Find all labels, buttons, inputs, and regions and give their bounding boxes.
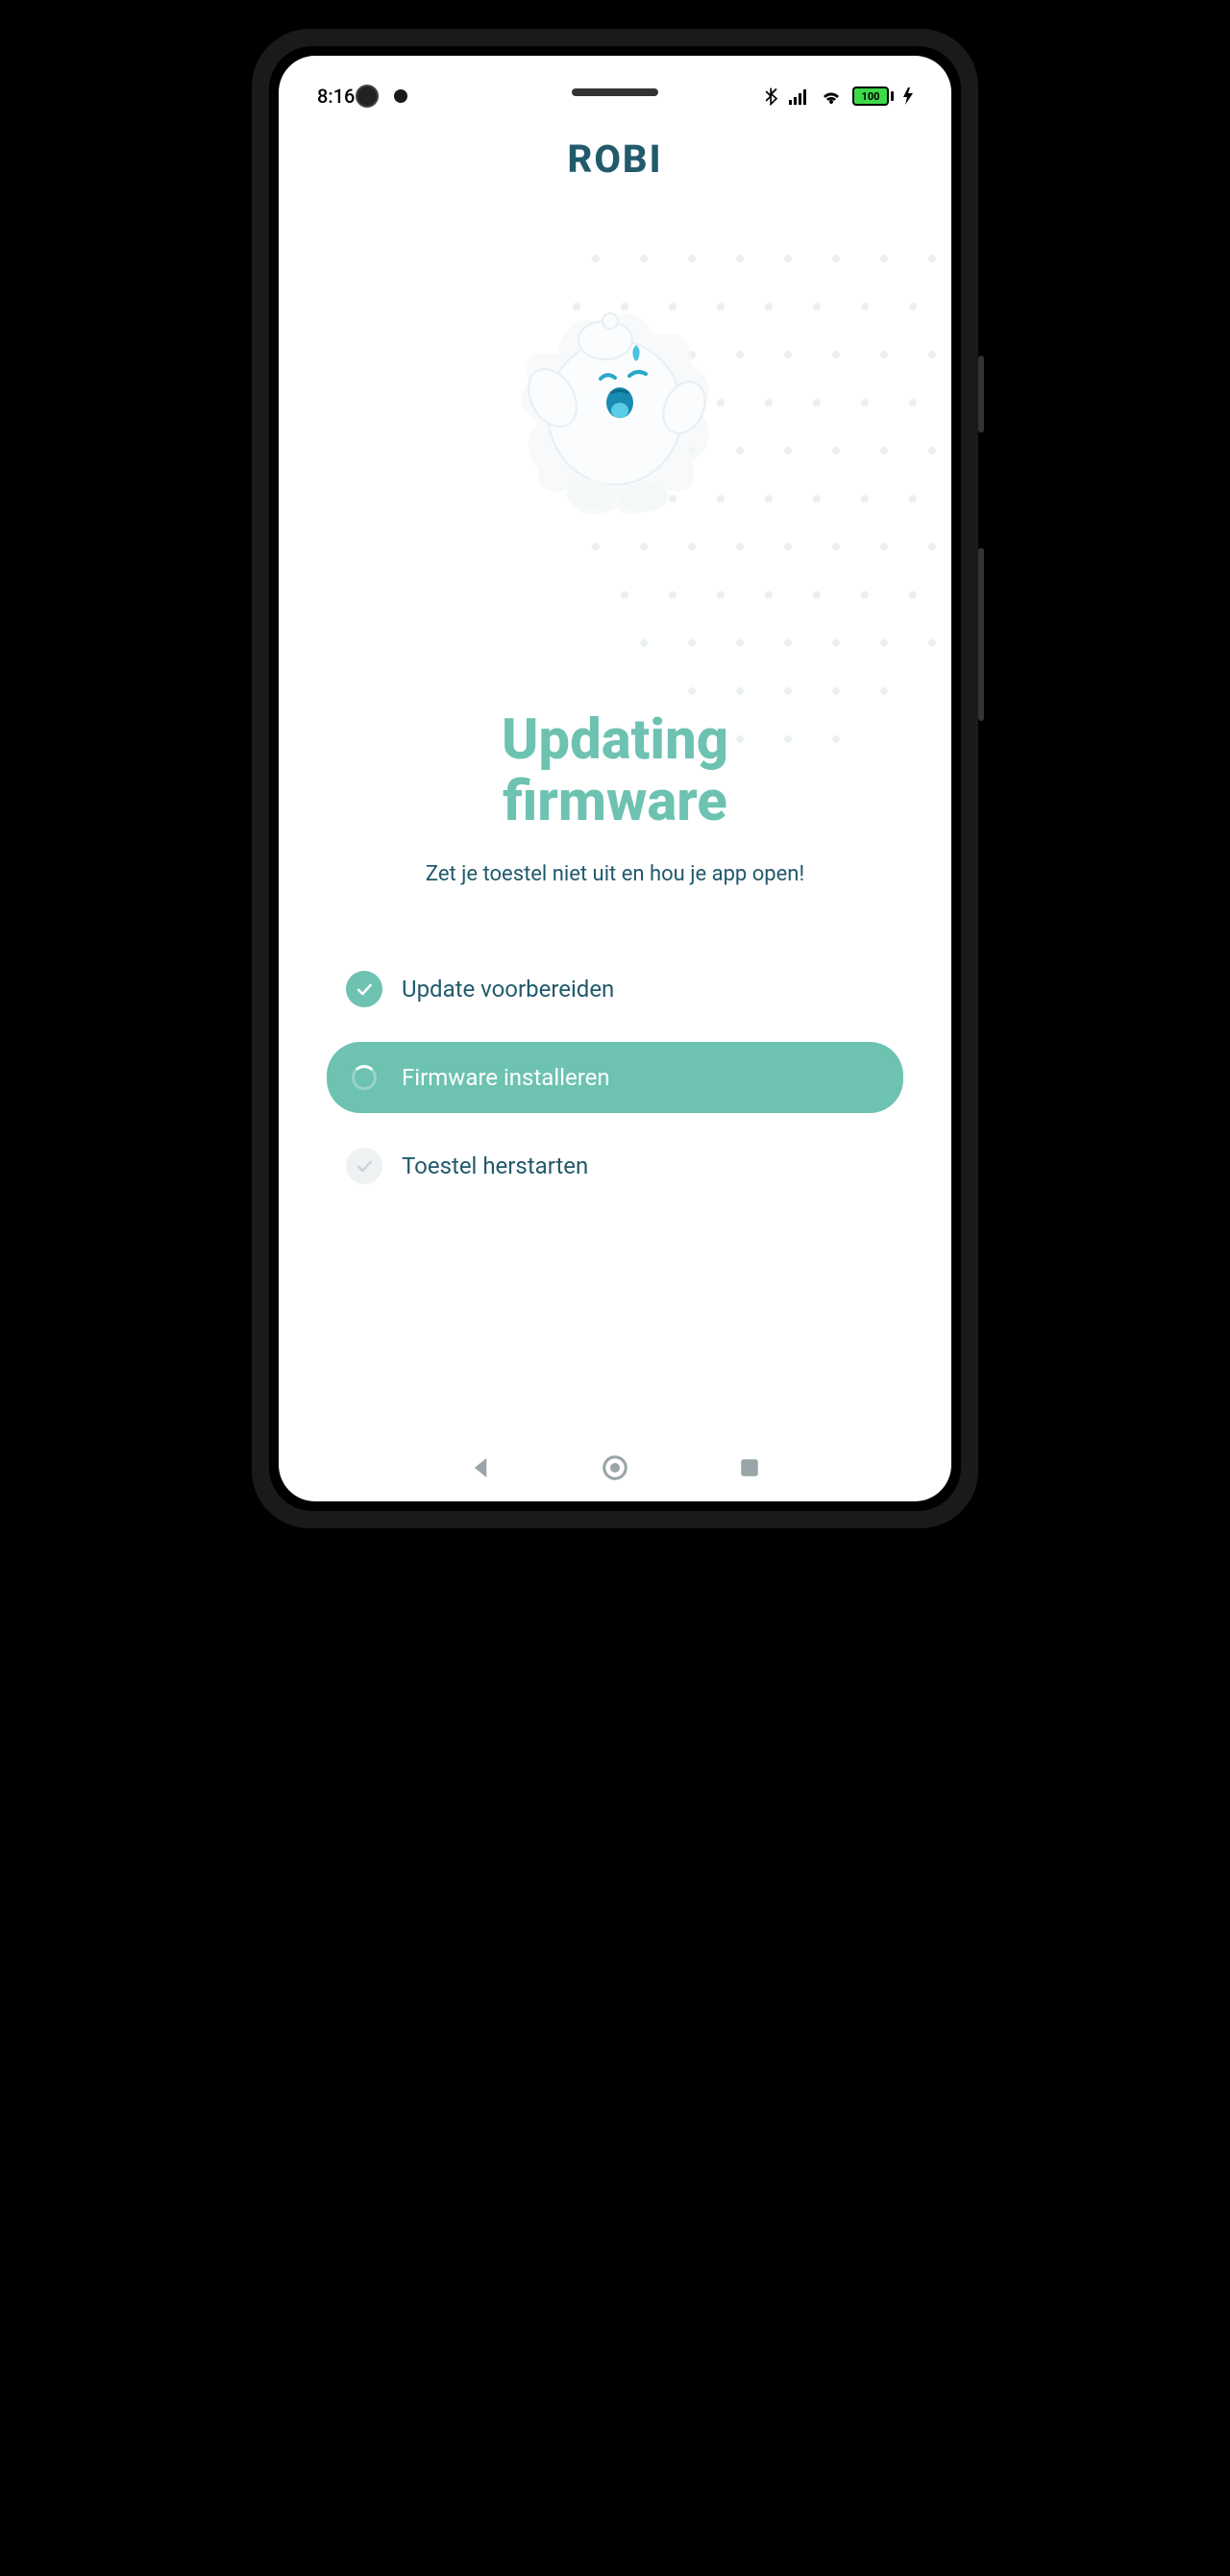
content-area: Updating firmware Zet je toestel niet ui… xyxy=(279,249,951,1201)
spinner-icon xyxy=(346,1059,382,1096)
bolt-icon xyxy=(903,87,913,105)
phone-frame: 8:16 xyxy=(252,29,978,1528)
phone-bezel: 8:16 xyxy=(269,46,961,1511)
camera-hole xyxy=(356,85,379,108)
side-button-volume xyxy=(978,548,984,721)
bluetooth-icon xyxy=(764,87,779,106)
status-bar-right: 100 xyxy=(764,87,913,106)
update-subtitle: Zet je toestel niet uit en hou je app op… xyxy=(317,862,913,886)
battery-icon: 100 xyxy=(852,87,894,106)
step-label: Firmware installeren xyxy=(402,1064,610,1091)
step-install: Firmware installeren xyxy=(327,1042,903,1113)
update-title: Updating firmware xyxy=(317,710,913,833)
screen: 8:16 xyxy=(279,56,951,1501)
side-button-power xyxy=(978,356,984,433)
battery-level: 100 xyxy=(852,87,889,106)
mascot-illustration xyxy=(480,249,750,537)
step-label: Update voorbereiden xyxy=(402,976,614,1003)
step-label: Toestel herstarten xyxy=(402,1152,588,1179)
app-header: ROBI xyxy=(279,117,951,191)
update-steps: Update voorbereiden Firmware installeren… xyxy=(317,954,913,1201)
nav-back-icon[interactable] xyxy=(466,1453,495,1482)
title-line-1: Updating xyxy=(502,707,728,773)
signal-icon xyxy=(789,87,810,105)
android-nav-bar xyxy=(279,1453,951,1482)
speaker-slot xyxy=(572,88,658,96)
app-logo: ROBI xyxy=(279,136,951,182)
wifi-icon xyxy=(820,87,843,105)
step-prepare: Update voorbereiden xyxy=(327,954,903,1025)
nav-home-icon[interactable] xyxy=(601,1453,629,1482)
title-line-2: firmware xyxy=(503,769,727,834)
status-bar: 8:16 xyxy=(279,56,951,117)
nav-recent-icon[interactable] xyxy=(735,1453,764,1482)
check-icon xyxy=(346,1148,382,1184)
check-icon xyxy=(346,971,382,1007)
step-restart: Toestel herstarten xyxy=(327,1130,903,1201)
status-time: 8:16 xyxy=(317,85,355,108)
sensor-hole xyxy=(394,89,407,103)
